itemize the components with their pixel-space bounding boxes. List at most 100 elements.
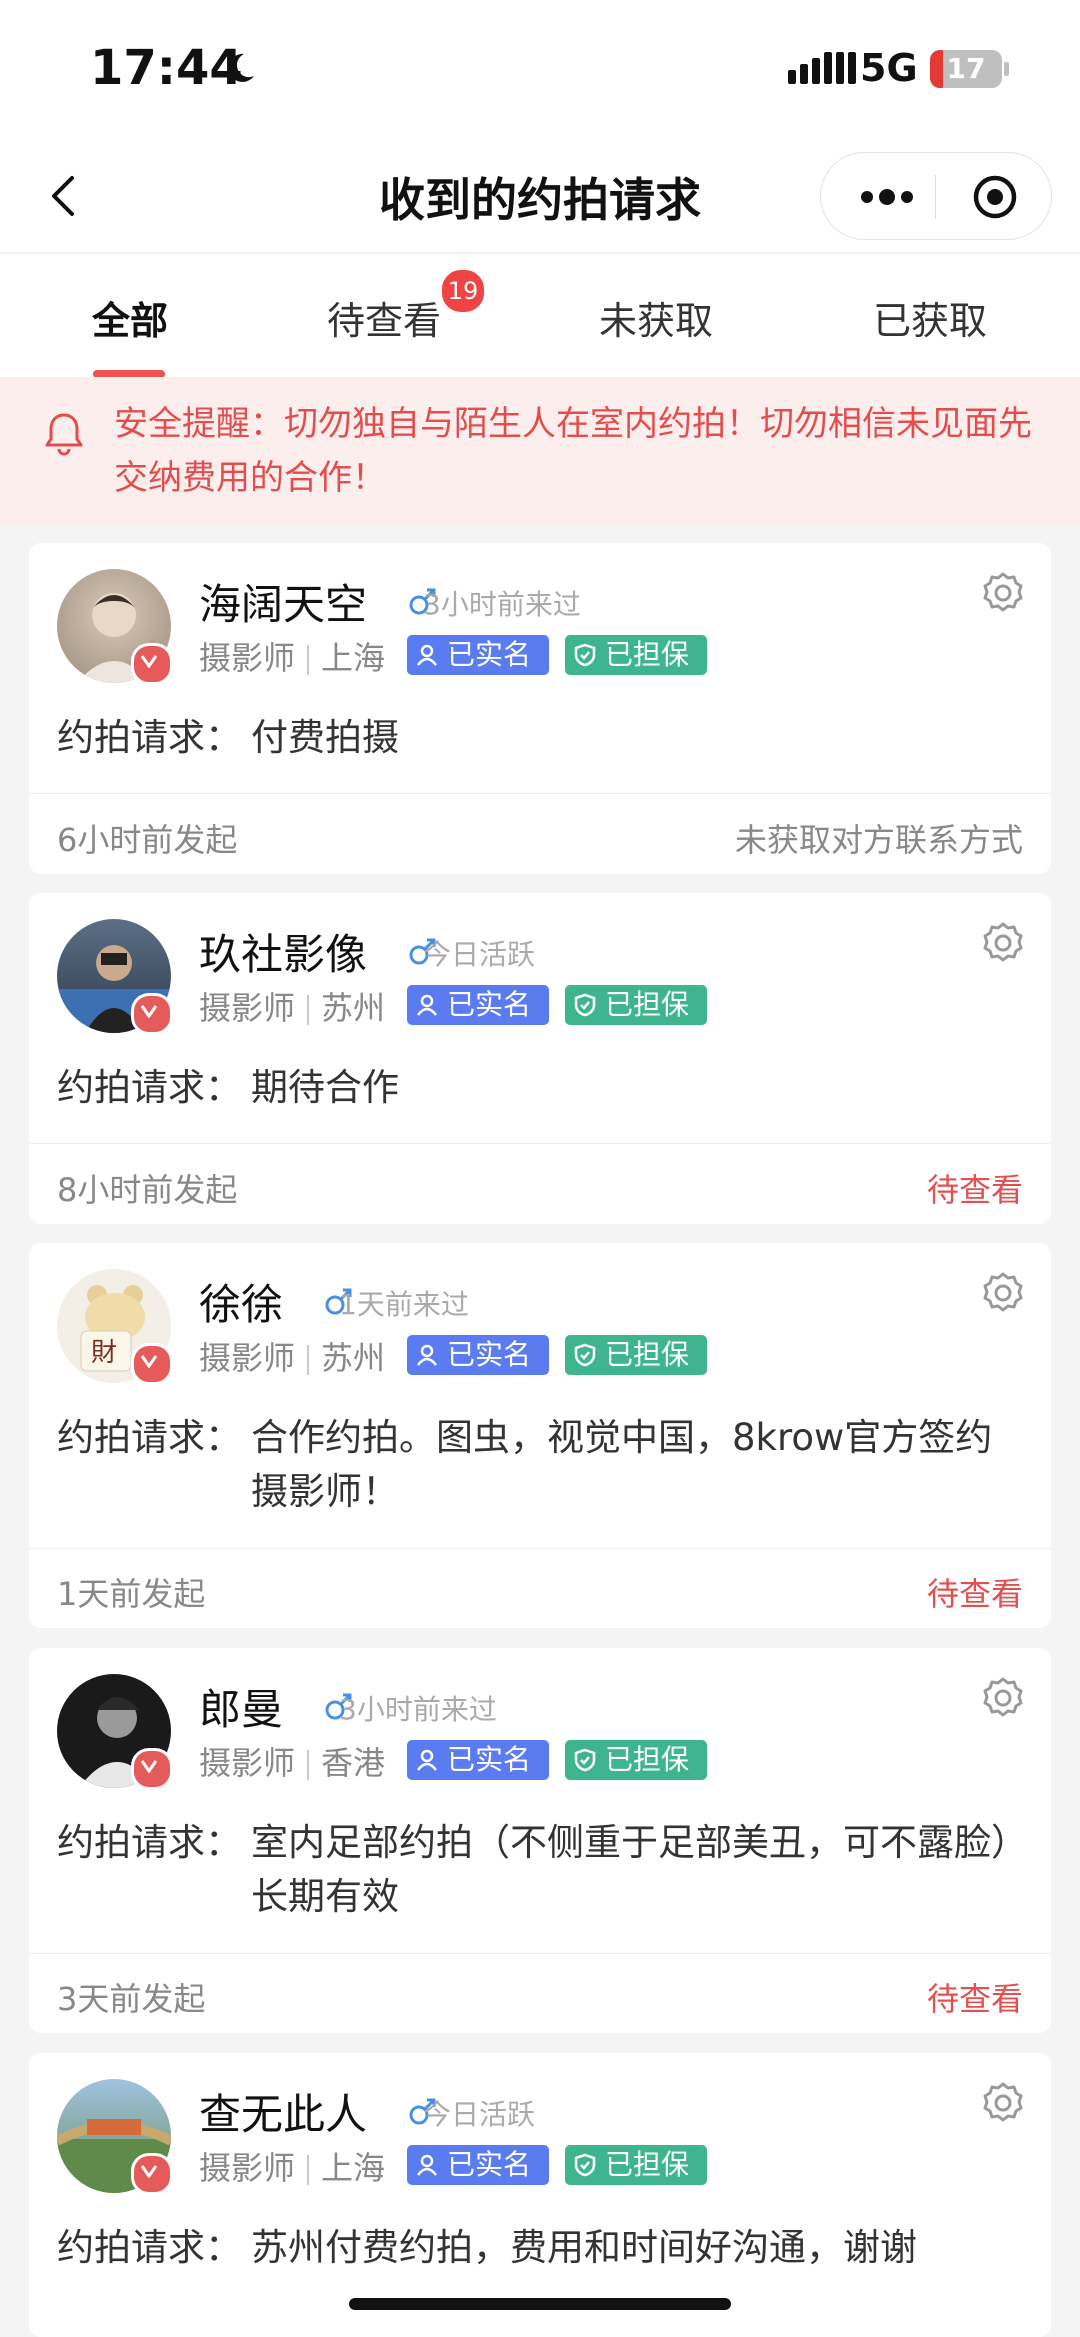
- user-role: 摄影师: [199, 2149, 296, 2187]
- home-indicator[interactable]: [349, 2298, 731, 2310]
- person-icon: [417, 1344, 437, 1366]
- card-divider: [29, 1143, 1051, 1144]
- user-city: 苏州: [321, 1339, 386, 1377]
- request-card[interactable]: 玖社影像 今日活跃 摄影师 苏州 已实名 已担保 约拍请求： 期待合作 8小时前发…: [29, 893, 1051, 1224]
- mini-program-capsule: [820, 152, 1052, 240]
- guarantee-tag: 已担保: [565, 985, 707, 1025]
- request-label: 约拍请求：: [57, 716, 242, 759]
- request-text: 室内足部约拍（不侧重于足部美丑，可不露脸）长期有效: [251, 1821, 1010, 1918]
- shield-icon: [574, 643, 596, 667]
- moon-icon: [228, 53, 254, 82]
- person-icon: [417, 1749, 437, 1771]
- realname-tag: 已实名: [407, 1335, 549, 1375]
- last-active: 3小时前来过: [339, 1693, 497, 1726]
- last-active: 1天前来过: [339, 1288, 469, 1321]
- user-name: 郎曼: [199, 1685, 284, 1734]
- verified-badge-icon: [131, 2153, 173, 2195]
- guarantee-tag: 已担保: [565, 1335, 707, 1375]
- network-type: 5G: [860, 46, 918, 90]
- guarantee-tag: 已担保: [565, 1740, 707, 1780]
- request-card[interactable]: 郎曼 3小时前来过 摄影师 香港 已实名 已担保 约拍请求： 室内足部约拍（不侧重…: [29, 1648, 1051, 2033]
- user-role: 摄影师: [199, 1744, 296, 1782]
- verified-badge-icon: [131, 1748, 173, 1790]
- card-divider: [29, 1548, 1051, 1549]
- last-active: 3小时前来过: [423, 588, 581, 621]
- capsule-divider: [935, 175, 936, 219]
- battery-icon: 17: [930, 50, 1002, 88]
- user-name: 徐徐: [199, 1280, 284, 1329]
- request-label: 约拍请求：: [57, 1416, 242, 1459]
- user-city: 苏州: [321, 989, 386, 1027]
- card-divider: [29, 1953, 1051, 1954]
- request-text: 苏州付费约拍，费用和时间好沟通，谢谢: [251, 2226, 917, 2269]
- user-city: 香港: [321, 1744, 386, 1782]
- shield-icon: [574, 993, 596, 1017]
- status-bar: 17:44 5G 17: [0, 0, 1080, 140]
- person-icon: [417, 644, 437, 666]
- person-icon: [417, 2154, 437, 2176]
- person-icon: [417, 994, 437, 1016]
- signal-icon: [788, 52, 860, 84]
- request-status: 待查看: [926, 1171, 1023, 1209]
- user-meta: 摄影师 苏州: [199, 1333, 385, 1379]
- safety-notice: 安全提醒：切勿独自与陌生人在室内约拍！切勿相信未见面先交纳费用的合作！: [0, 377, 1080, 525]
- user-name: 海阔天空: [199, 580, 368, 629]
- battery-level: 17: [946, 52, 986, 85]
- request-time: 8小时前发起: [57, 1171, 238, 1209]
- user-meta: 摄影师 上海: [199, 2143, 385, 2189]
- request-label: 约拍请求：: [57, 1066, 242, 1109]
- avatar-text: 財: [91, 1338, 117, 1368]
- safety-notice-text: 安全提醒：切勿独自与陌生人在室内约拍！切勿相信未见面先交纳费用的合作！: [114, 404, 1032, 498]
- card-divider: [29, 793, 1051, 794]
- battery-tip: [1004, 62, 1009, 76]
- verified-badge-icon: [131, 643, 173, 685]
- user-role: 摄影师: [199, 1339, 296, 1377]
- user-role: 摄影师: [199, 989, 296, 1027]
- request-status: 待查看: [926, 1575, 1023, 1613]
- bell-icon: [45, 413, 83, 456]
- gear-icon[interactable]: [981, 1271, 1025, 1315]
- realname-tag: 已实名: [407, 1740, 549, 1780]
- user-meta: 摄影师 上海: [199, 633, 385, 679]
- shield-icon: [574, 2153, 596, 2177]
- user-role: 摄影师: [199, 639, 296, 677]
- guarantee-tag: 已担保: [565, 2145, 707, 2185]
- tab-not-obtained[interactable]: 未获取: [556, 290, 756, 345]
- tab-all[interactable]: 全部: [30, 290, 230, 345]
- realname-tag: 已实名: [407, 2145, 549, 2185]
- user-meta: 摄影师 苏州: [199, 983, 385, 1029]
- realname-tag: 已实名: [407, 635, 549, 675]
- last-active: 今日活跃: [423, 2098, 536, 2131]
- gear-icon[interactable]: [981, 921, 1025, 965]
- last-active: 今日活跃: [423, 938, 536, 971]
- gear-icon[interactable]: [981, 571, 1025, 615]
- request-time: 3天前发起: [57, 1980, 206, 2018]
- user-name: 玖社影像: [199, 930, 368, 979]
- realname-tag: 已实名: [407, 985, 549, 1025]
- request-card[interactable]: 查无此人 今日活跃 摄影师 上海 已实名 已担保 约拍请求： 苏州付费约拍，费用和…: [29, 2053, 1051, 2337]
- user-city: 上海: [321, 2149, 386, 2187]
- gear-icon[interactable]: [981, 1676, 1025, 1720]
- request-time: 6小时前发起: [57, 821, 238, 859]
- tab-bar: 全部 待查看 19 未获取 已获取: [0, 253, 1080, 378]
- request-card[interactable]: 財 徐徐 1天前来过 摄影师 苏州 已实名 已担保 约拍请求： 合作约拍。图虫，视…: [29, 1243, 1051, 1628]
- unread-count-badge: 19: [440, 268, 486, 314]
- request-card[interactable]: 海阔天空 3小时前来过 摄影师 上海 已实名 已担保 约拍请求： 付费拍摄 6小时…: [29, 543, 1051, 874]
- request-status: 未获取对方联系方式: [734, 821, 1023, 859]
- status-time: 17:44: [90, 40, 243, 96]
- tab-obtained[interactable]: 已获取: [830, 290, 1030, 345]
- request-text: 期待合作: [251, 1066, 399, 1109]
- request-status: 待查看: [926, 1980, 1023, 2018]
- user-name: 查无此人: [199, 2090, 368, 2139]
- request-label: 约拍请求：: [57, 2226, 242, 2269]
- more-icon[interactable]: [857, 183, 917, 211]
- verified-badge-icon: [131, 993, 173, 1035]
- user-meta: 摄影师 香港: [199, 1738, 385, 1784]
- close-target-icon[interactable]: [971, 173, 1019, 221]
- shield-icon: [574, 1343, 596, 1367]
- user-city: 上海: [321, 639, 386, 677]
- shield-icon: [574, 1748, 596, 1772]
- gear-icon[interactable]: [981, 2081, 1025, 2125]
- request-label: 约拍请求：: [57, 1821, 242, 1864]
- verified-badge-icon: [131, 1343, 173, 1385]
